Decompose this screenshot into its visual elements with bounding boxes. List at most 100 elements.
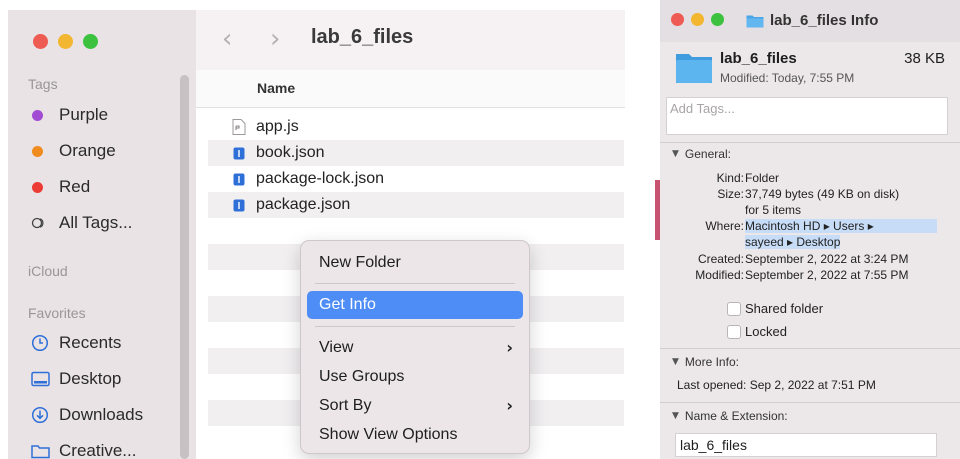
sidebar-heading-icloud: iCloud: [28, 263, 68, 279]
modified-label: Modified:: [695, 268, 744, 282]
where-path-line2[interactable]: sayeed ▸ Desktop: [745, 235, 841, 249]
sidebar-item-creative[interactable]: Creative...: [30, 439, 136, 459]
sidebar-item-label: Recents: [59, 333, 122, 352]
json-file-icon: [232, 145, 246, 161]
sidebar-item-label: Purple: [59, 105, 109, 124]
purple-tag-dot-icon: [32, 109, 43, 121]
menu-item-show-view-options[interactable]: Show View Options: [307, 421, 523, 449]
menu-item-sort-by[interactable]: Sort By ›: [307, 392, 523, 420]
section-label: Name & Extension:: [684, 409, 788, 423]
file-name: package.json: [256, 196, 351, 213]
locked-checkbox[interactable]: [727, 325, 741, 339]
file-row-package-json[interactable]: package.json: [208, 192, 624, 218]
file-row-app-js[interactable]: app.js: [208, 114, 624, 140]
back-chevron-icon[interactable]: ‹: [222, 24, 232, 54]
toolbar: ‹ › lab_6_files: [196, 10, 625, 70]
size-items: for 5 items: [745, 203, 802, 217]
sidebar-item-downloads[interactable]: Downloads: [30, 403, 143, 427]
size-label: Size:: [717, 187, 744, 201]
menu-item-label: Sort By: [319, 397, 372, 414]
sidebar-heading-tags: Tags: [28, 76, 58, 92]
where-path-line1[interactable]: Macintosh HD ▸ Users ▸: [745, 219, 937, 233]
divider: [660, 402, 960, 403]
section-label: More Info:: [684, 355, 739, 369]
menu-item-get-info[interactable]: Get Info: [307, 291, 523, 319]
sidebar-item-label: Orange: [59, 141, 116, 160]
section-name-extension[interactable]: ▼ Name & Extension:: [672, 409, 788, 423]
json-file-icon: [232, 171, 246, 187]
all-tags-icon: [30, 213, 48, 233]
sidebar-scrollbar[interactable]: [180, 75, 189, 459]
orange-tag-dot-icon: [32, 145, 43, 157]
close-button[interactable]: [33, 34, 48, 49]
disclosure-down-icon: ▼: [672, 149, 679, 159]
file-name: app.js: [256, 118, 299, 135]
folder-icon: [746, 15, 764, 27]
modified-value: September 2, 2022 at 7:55 PM: [745, 268, 909, 282]
sidebar-item-label: Downloads: [59, 405, 144, 424]
json-file-icon: [232, 197, 246, 213]
where-label: Where:: [705, 219, 744, 233]
menu-separator: [315, 283, 515, 284]
sidebar-item-recents[interactable]: Recents: [30, 331, 121, 355]
size-value: 37,749 bytes (49 KB on disk): [745, 187, 900, 201]
column-header-name[interactable]: Name: [196, 70, 625, 108]
section-more-info[interactable]: ▼ More Info:: [672, 355, 739, 369]
info-file-size: 38 KB: [904, 50, 945, 67]
tags-field[interactable]: Add Tags...: [666, 97, 948, 135]
submenu-arrow-icon: ›: [506, 338, 513, 357]
disclosure-down-icon: ▼: [672, 357, 679, 367]
zoom-button[interactable]: [711, 13, 724, 26]
window-controls: [671, 13, 724, 26]
clock-icon: [30, 333, 50, 353]
zoom-button[interactable]: [83, 34, 98, 49]
sidebar-item-label: Creative...: [59, 441, 137, 459]
section-general[interactable]: ▼ General:: [672, 147, 731, 161]
info-modified-summary: Modified: Today, 7:55 PM: [720, 71, 855, 85]
sidebar-item-desktop[interactable]: Desktop: [30, 367, 121, 391]
shared-folder-checkbox[interactable]: [727, 302, 741, 316]
sidebar-item-all-tags[interactable]: All Tags...: [30, 211, 132, 235]
sidebar-item-label: Desktop: [59, 369, 122, 388]
menu-separator: [315, 326, 515, 327]
sidebar-heading-favorites: Favorites: [28, 305, 86, 321]
red-tag-dot-icon: [32, 181, 43, 193]
sidebar-item-label: Red: [59, 177, 91, 196]
shared-folder-label: Shared folder: [745, 301, 824, 316]
sidebar-item-purple[interactable]: Purple: [30, 103, 108, 127]
menu-item-view[interactable]: View ›: [307, 334, 523, 362]
divider: [660, 348, 960, 349]
forward-chevron-icon[interactable]: ›: [270, 24, 280, 54]
window-title: lab_6_files: [311, 26, 414, 48]
sidebar-item-red[interactable]: Red: [30, 175, 90, 199]
submenu-arrow-icon: ›: [506, 396, 513, 415]
folder-icon: [676, 54, 712, 83]
locked-label: Locked: [745, 324, 787, 339]
context-menu: New Folder Get Info View › Use Groups So…: [300, 240, 530, 454]
minimize-button[interactable]: [58, 34, 73, 49]
tags-placeholder: Add Tags...: [670, 101, 735, 116]
sidebar: Tags Purple Orange Red All Tags... iClou…: [8, 10, 196, 459]
desktop-icon: [30, 369, 50, 389]
menu-item-new-folder[interactable]: New Folder: [307, 249, 523, 277]
menu-item-use-groups[interactable]: Use Groups: [307, 363, 523, 391]
file-row-book-json[interactable]: book.json: [208, 140, 624, 166]
minimize-button[interactable]: [691, 13, 704, 26]
kind-label: Kind:: [716, 171, 744, 185]
created-label: Created:: [697, 252, 744, 266]
sidebar-item-label: All Tags...: [59, 213, 133, 232]
menu-item-label: View: [319, 339, 354, 356]
info-titlebar: lab_6_files Info: [660, 0, 960, 42]
disclosure-down-icon: ▼: [672, 411, 679, 421]
sidebar-item-orange[interactable]: Orange: [30, 139, 116, 163]
file-row-package-lock-json[interactable]: package-lock.json: [208, 166, 624, 192]
name-extension-field[interactable]: lab_6_files: [675, 433, 937, 457]
close-button[interactable]: [671, 13, 684, 26]
created-value: September 2, 2022 at 3:24 PM: [745, 252, 909, 266]
download-icon: [30, 405, 50, 425]
section-label: General:: [684, 147, 731, 161]
window-controls: [33, 34, 98, 49]
divider: [660, 142, 960, 143]
last-opened: Last opened: Sep 2, 2022 at 7:51 PM: [677, 378, 876, 392]
file-name: package-lock.json: [256, 170, 385, 187]
